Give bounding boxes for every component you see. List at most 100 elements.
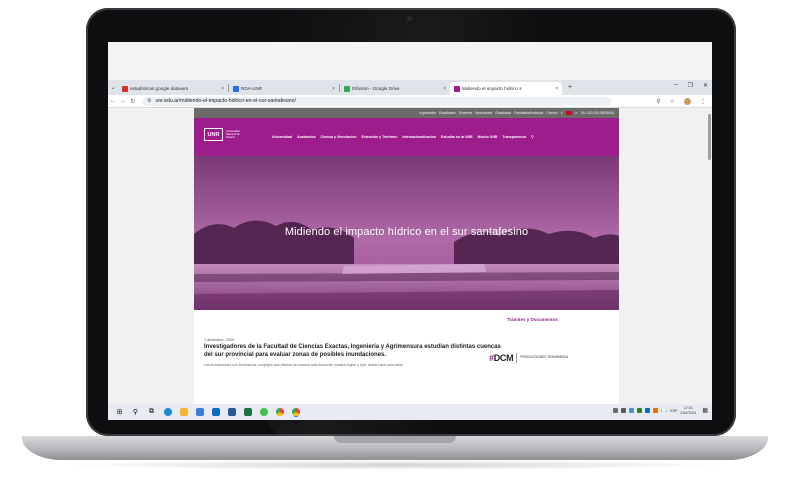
topbar-link[interactable]: Docentes xyxy=(459,111,472,115)
site-main-nav: UNR Universidad Nacional de Rosario Univ… xyxy=(194,118,619,156)
mail-icon[interactable] xyxy=(211,408,220,417)
close-tab-icon[interactable]: × xyxy=(555,86,558,92)
menu-item-transparencia[interactable]: Transparencia xyxy=(502,135,526,139)
url-text: unr.edu.ar/midiendo-el-impacto-hidrico-e… xyxy=(155,98,296,104)
reload-icon[interactable]: ↻ xyxy=(128,98,138,105)
hero-banner: Midiendo el impacto hídrico en el sur sa… xyxy=(194,156,619,310)
menu-item-mucho-unr[interactable]: Mucho UNR xyxy=(478,135,498,139)
mail-icon-shape xyxy=(211,408,220,416)
chrome-active-icon[interactable] xyxy=(291,408,300,417)
menu-item-universidad[interactable]: Universidad xyxy=(272,135,292,139)
webcam-icon xyxy=(407,16,412,21)
unr-webpage: Ingresantes Estudiantes Docentes Nodocen… xyxy=(194,108,619,404)
whatsapp-icon-shape xyxy=(259,408,268,416)
url-input[interactable]: ⚙ unr.edu.ar/midiendo-el-impacto-hidrico… xyxy=(142,96,612,106)
sidebar-tramites-link[interactable]: Trámites y Documentos xyxy=(507,317,567,322)
close-tab-icon[interactable]: × xyxy=(332,86,335,92)
hero-title: Midiendo el impacto hídrico en el sur sa… xyxy=(284,226,529,238)
scrollbar-thumb[interactable] xyxy=(708,114,711,160)
menu-item-estudiar[interactable]: Estudiar en la UNR xyxy=(441,135,473,139)
dcm-divider xyxy=(516,353,518,363)
drive-icon xyxy=(344,85,350,92)
main-menu: Universidad Académica Ciencia y Vinculac… xyxy=(272,135,534,139)
tab-label: estadísticas google datavers xyxy=(130,86,189,91)
menu-item-academica[interactable]: Académica xyxy=(297,135,315,139)
language-flag-icon[interactable] xyxy=(565,111,572,115)
forward-icon[interactable]: → xyxy=(118,98,128,104)
back-icon[interactable]: ← xyxy=(108,98,118,104)
tab-label: RDA-UNR xyxy=(241,86,263,91)
topbar-link[interactable]: Graduados xyxy=(495,111,511,115)
search-icon[interactable]: ⚲ xyxy=(131,408,140,417)
windows-start-icon[interactable]: ⊞ xyxy=(115,408,124,417)
nav-search-icon[interactable]: ⚲ xyxy=(531,135,534,139)
tray-app-icon[interactable] xyxy=(620,408,626,413)
close-tab-icon[interactable]: × xyxy=(221,86,224,92)
tab-google-drive[interactable]: Difusión - Google Drive × xyxy=(340,82,450,95)
bookmark-star-icon[interactable]: ☆ xyxy=(670,98,675,105)
article-date: 1 diciembre, 2020 xyxy=(204,338,235,342)
notification-icon[interactable]: ▦ xyxy=(702,407,708,414)
file-explorer-icon[interactable] xyxy=(179,408,188,417)
search-icon[interactable]: ⚲ xyxy=(561,111,563,115)
menu-kebab-icon[interactable]: ⋮ xyxy=(700,98,706,105)
clock[interactable]: 17:01 23/4/2024 xyxy=(680,406,696,415)
topbar-phone[interactable]: 341-4201200 WEBMAIL xyxy=(581,111,615,115)
topbar-link[interactable]: Correos xyxy=(546,111,557,115)
page-viewport: Ingresantes Estudiantes Docentes Nodocen… xyxy=(108,108,712,404)
screen-top-blank xyxy=(108,42,712,80)
minimize-icon[interactable]: – xyxy=(674,82,677,89)
excel-icon[interactable] xyxy=(243,408,252,417)
tray-app-icon[interactable] xyxy=(652,408,658,413)
edge-icon[interactable] xyxy=(163,408,172,417)
tray-app-icon[interactable] xyxy=(612,408,618,413)
dcm-tagline: PRODUCCIONES TRANSMEDIA xyxy=(520,355,569,360)
word-icon[interactable] xyxy=(227,408,236,417)
new-tab-button[interactable]: + xyxy=(568,84,572,91)
volume-icon[interactable]: ♪ xyxy=(665,409,667,413)
wifi-icon[interactable]: ⌇ xyxy=(661,409,663,413)
logo-mark: UNR xyxy=(204,128,223,141)
menu-item-internacionalizacion[interactable]: Internacionalización xyxy=(402,135,436,139)
menu-item-extension[interactable]: Extensión y Territorio xyxy=(361,135,397,139)
tab-search-icon[interactable]: ⌄ xyxy=(108,84,118,91)
link-icon xyxy=(233,85,239,92)
phone-icon: ✆ xyxy=(574,111,578,115)
logo-name: Universidad Nacional de Rosario xyxy=(226,130,240,139)
dcm-logo: #DCM xyxy=(489,353,514,363)
language-indicator[interactable]: ESP xyxy=(670,409,677,413)
close-tab-icon[interactable]: × xyxy=(443,86,446,92)
tray-app-icon[interactable] xyxy=(636,408,642,413)
unr-logo[interactable]: UNR Universidad Nacional de Rosario xyxy=(204,128,248,141)
topbar-link[interactable]: Facultades/Institutos xyxy=(514,111,543,115)
menu-item-ciencia[interactable]: Ciencia y Vinculación xyxy=(321,135,357,139)
tray-app-icon[interactable] xyxy=(628,408,634,413)
dcm-banner[interactable]: #DCM PRODUCCIONES TRANSMEDIA xyxy=(489,353,568,363)
avatar[interactable] xyxy=(684,97,691,105)
laptop-screen: ⌄ estadísticas google datavers × RDA-UNR… xyxy=(108,42,712,420)
chrome-icon[interactable] xyxy=(275,408,284,417)
laptop-shadow xyxy=(60,460,730,470)
chrome-icon-shape xyxy=(275,408,284,416)
tab-rda-unr[interactable]: RDA-UNR × xyxy=(229,82,339,95)
whatsapp-icon[interactable] xyxy=(259,408,268,417)
browser-tab-strip: ⌄ estadísticas google datavers × RDA-UNR… xyxy=(108,80,712,95)
maximize-icon[interactable]: ❐ xyxy=(688,82,693,89)
tab-label: Midiendo el impacto hídrico s xyxy=(462,86,522,91)
zoom-icon[interactable]: ⚲ xyxy=(656,98,660,105)
site-info-icon[interactable]: ⚙ xyxy=(147,98,151,104)
tray-app-icon[interactable] xyxy=(644,408,650,413)
tab-midiendo-impacto[interactable]: Midiendo el impacto hídrico s × xyxy=(450,82,562,95)
unr-favicon-icon xyxy=(454,85,460,92)
close-window-icon[interactable]: ✕ xyxy=(703,82,708,89)
windows-taskbar: ⊞ ⚲ ⧉ ⌇ ♪ ESP 17:01 23/4/2024 ▦ xyxy=(108,404,712,420)
topbar-link[interactable]: Nodocentes xyxy=(475,111,492,115)
tab-estadisticas[interactable]: estadísticas google datavers × xyxy=(118,82,228,95)
topbar-link[interactable]: Estudiantes xyxy=(439,111,456,115)
article-content: 1 diciembre, 2020 Investigadores de la F… xyxy=(194,310,619,404)
store-icon[interactable] xyxy=(195,408,204,417)
page-scrollbar[interactable] xyxy=(707,108,712,404)
task-view-icon[interactable]: ⧉ xyxy=(147,408,156,417)
article-body: Las inundaciones son fenómenos complejos… xyxy=(204,363,404,367)
topbar-link[interactable]: Ingresantes xyxy=(419,111,436,115)
